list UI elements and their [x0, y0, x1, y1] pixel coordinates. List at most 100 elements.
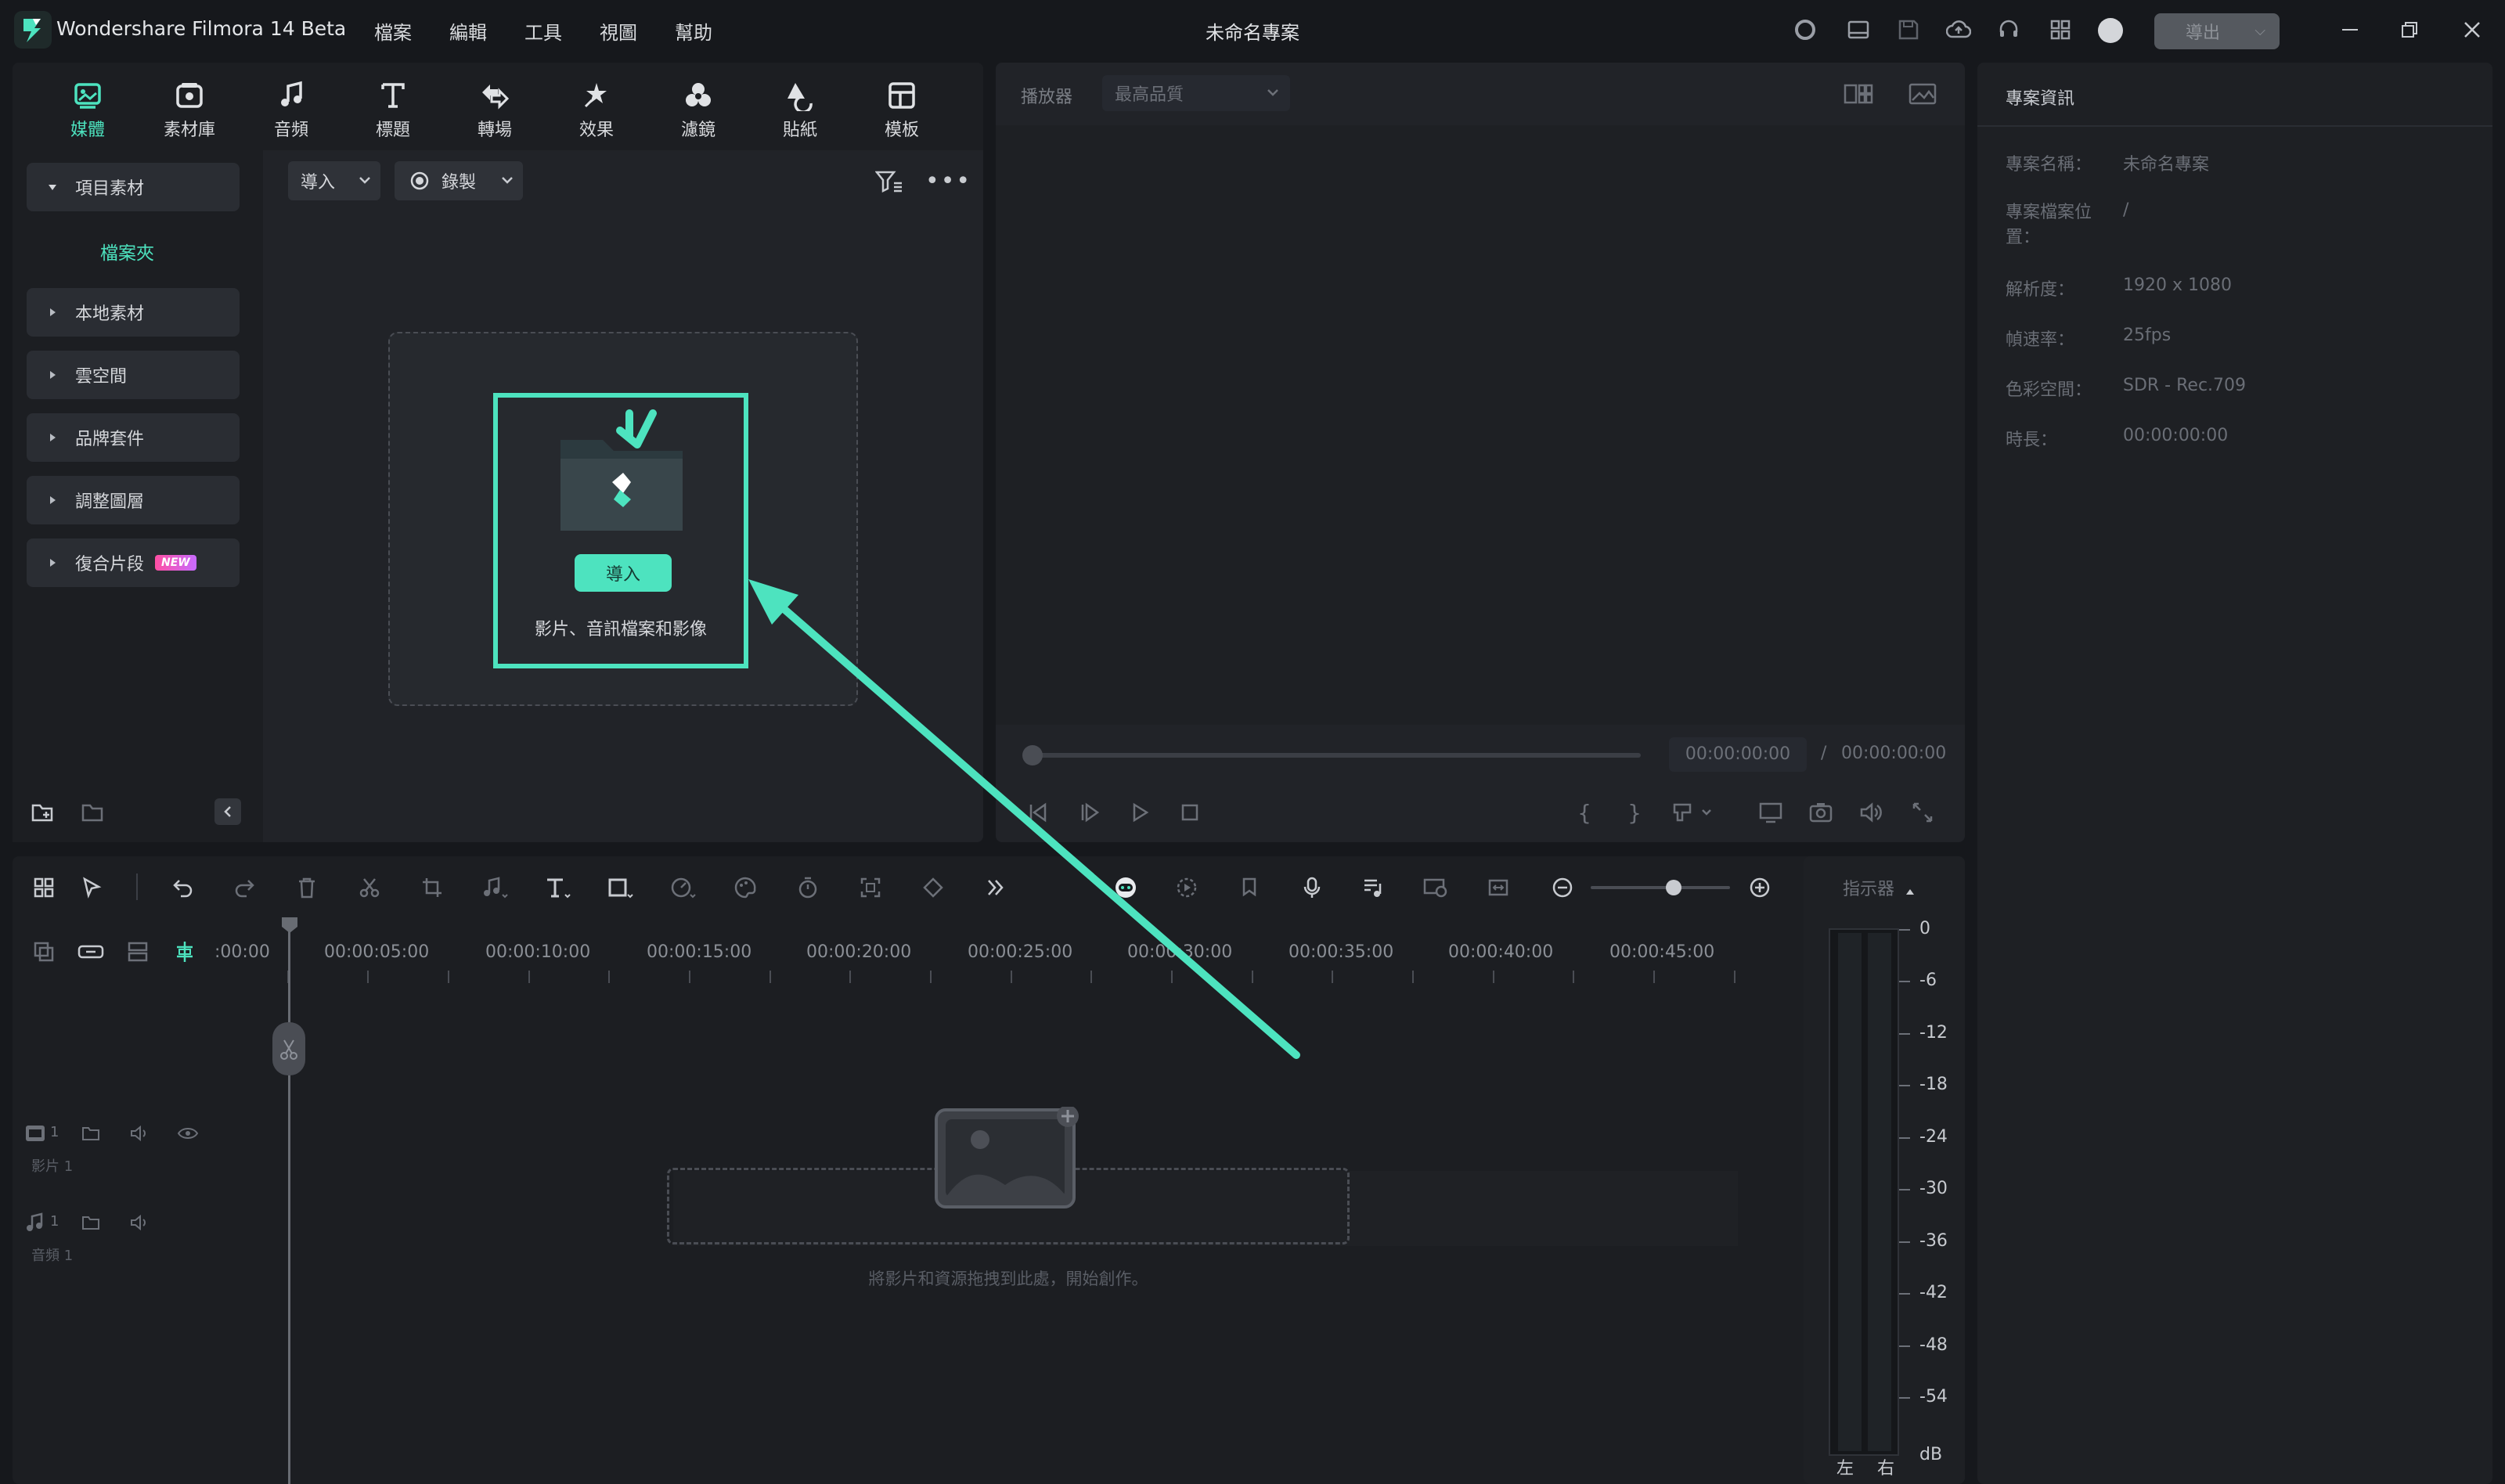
menu-view[interactable]: 視圖: [600, 17, 637, 45]
folder-icon[interactable]: [75, 1118, 106, 1149]
quality-dropdown[interactable]: 最高品質: [1102, 75, 1290, 111]
marker-dropdown-icon[interactable]: [1669, 797, 1716, 828]
playhead-handle[interactable]: [1022, 745, 1043, 765]
audio-meter-title[interactable]: 指示器: [1843, 875, 1915, 900]
mark-icon[interactable]: [1234, 872, 1265, 903]
filter-sort-icon[interactable]: [874, 166, 905, 197]
text-tool-icon[interactable]: [542, 872, 573, 903]
display-settings-icon[interactable]: [1755, 797, 1786, 828]
export-button[interactable]: 導出 ⌵: [2154, 13, 2280, 49]
ruler-ticks: [287, 971, 1735, 983]
play-reverse-icon[interactable]: [1074, 797, 1105, 828]
folder-icon[interactable]: [77, 797, 108, 828]
add-track-icon[interactable]: [28, 936, 59, 967]
text-to-speech-icon[interactable]: [1357, 872, 1389, 903]
speed-icon[interactable]: [667, 872, 698, 903]
record-status-icon[interactable]: [1791, 16, 1819, 44]
grid-view-icon[interactable]: [1843, 78, 1874, 110]
apps-grid-icon[interactable]: [2046, 16, 2074, 44]
fullscreen-icon[interactable]: [1907, 797, 1938, 828]
current-time[interactable]: 00:00:00:00: [1669, 737, 1807, 772]
delete-icon[interactable]: [291, 872, 323, 903]
sidebar-item-cloud-space[interactable]: 雲空間: [27, 351, 240, 399]
video-preview[interactable]: [996, 125, 1965, 725]
screen-record-icon[interactable]: [1420, 872, 1451, 903]
collapse-sidebar-button[interactable]: [214, 798, 241, 825]
microphone-icon[interactable]: [1296, 872, 1328, 903]
render-preview-icon[interactable]: [1171, 872, 1202, 903]
import-media-button[interactable]: 導入: [575, 554, 672, 592]
keyframe-icon[interactable]: [917, 872, 949, 903]
minimize-button[interactable]: [2334, 14, 2366, 45]
previous-frame-icon[interactable]: [1022, 797, 1054, 828]
playback-track[interactable]: [1025, 753, 1641, 758]
record-dropdown[interactable]: 錄製: [395, 161, 523, 200]
link-icon[interactable]: [75, 936, 106, 967]
menu-file[interactable]: 檔案: [374, 17, 412, 45]
crop-icon[interactable]: [416, 872, 448, 903]
track-manager-icon[interactable]: [122, 936, 153, 967]
snap-icon[interactable]: [169, 936, 200, 967]
tab-effects[interactable]: 效果: [557, 80, 636, 142]
save-icon[interactable]: [1894, 16, 1923, 44]
mark-out-icon[interactable]: }: [1619, 797, 1650, 828]
play-icon[interactable]: [1124, 797, 1155, 828]
close-button[interactable]: [2456, 14, 2488, 45]
folder-icon[interactable]: [75, 1207, 106, 1238]
sidebar-item-brand-kit[interactable]: 品牌套件: [27, 413, 240, 462]
menu-edit[interactable]: 編輯: [449, 17, 487, 45]
split-scissors-icon[interactable]: [354, 872, 385, 903]
snapshot-icon[interactable]: [1805, 797, 1836, 828]
timeline-playhead-line[interactable]: [288, 920, 290, 1484]
tab-audio[interactable]: 音頻: [252, 80, 330, 142]
meter-scale-label: -54: [1919, 1387, 1948, 1407]
zoom-in-icon[interactable]: [1744, 872, 1775, 903]
timer-icon[interactable]: [792, 872, 824, 903]
select-tool-icon[interactable]: [77, 872, 108, 903]
volume-icon[interactable]: [1855, 797, 1887, 828]
mark-in-icon[interactable]: {: [1569, 797, 1600, 828]
color-palette-icon[interactable]: [730, 872, 761, 903]
eye-icon[interactable]: [172, 1118, 204, 1149]
more-options-icon[interactable]: •••: [925, 167, 971, 195]
tab-media[interactable]: 媒體: [49, 80, 127, 142]
zoom-slider[interactable]: [1591, 886, 1730, 889]
tab-stickers[interactable]: 貼紙: [761, 80, 839, 142]
menu-help[interactable]: 幫助: [675, 17, 712, 45]
auto-fit-icon[interactable]: [1483, 872, 1514, 903]
sidebar-item-adjustment-layer[interactable]: 調整圖層: [27, 476, 240, 524]
avatar[interactable]: [2098, 18, 2123, 43]
ai-copilot-icon[interactable]: [1110, 872, 1141, 903]
playhead-scissors-handle[interactable]: [272, 1022, 305, 1075]
tab-templates[interactable]: 模板: [863, 80, 941, 142]
zoom-out-icon[interactable]: [1547, 872, 1578, 903]
support-headset-icon[interactable]: [1995, 16, 2023, 44]
sidebar-item-local-media[interactable]: 本地素材: [27, 288, 240, 337]
menu-tools[interactable]: 工具: [524, 17, 562, 45]
tab-stock-library[interactable]: 素材庫: [150, 80, 229, 142]
volume-icon[interactable]: [124, 1118, 155, 1149]
undo-icon[interactable]: [168, 872, 199, 903]
stop-icon[interactable]: [1174, 797, 1206, 828]
layout-icon[interactable]: [1844, 16, 1872, 44]
layout-grid-icon[interactable]: [28, 872, 59, 903]
sidebar-item-project-media[interactable]: 項目素材: [27, 163, 240, 211]
restore-button[interactable]: [2394, 14, 2425, 45]
redo-icon[interactable]: [229, 872, 260, 903]
new-badge: NEW: [155, 555, 196, 571]
sidebar-item-compound-clip[interactable]: 復合片段 NEW: [27, 538, 240, 587]
more-tools-chevron-icon[interactable]: [980, 872, 1011, 903]
sidebar-item-folder[interactable]: 檔案夾: [100, 238, 154, 265]
tab-transition[interactable]: 轉場: [456, 80, 534, 142]
cloud-upload-icon[interactable]: [1945, 16, 1973, 44]
shape-tool-icon[interactable]: [604, 872, 636, 903]
tab-title[interactable]: 標題: [354, 80, 432, 142]
volume-icon[interactable]: [124, 1207, 155, 1238]
image-preview-icon[interactable]: [1907, 78, 1938, 110]
audio-edit-icon[interactable]: [479, 872, 510, 903]
ai-crop-icon[interactable]: [855, 872, 886, 903]
tab-filters[interactable]: 濾鏡: [659, 80, 737, 142]
new-folder-icon[interactable]: [27, 797, 58, 828]
import-dropdown[interactable]: 導入: [288, 161, 380, 200]
zoom-slider-handle[interactable]: [1666, 880, 1681, 895]
